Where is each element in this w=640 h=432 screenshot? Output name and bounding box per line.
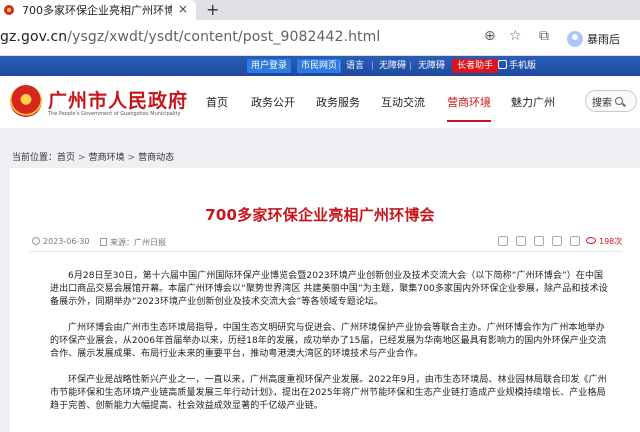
url-host: gz.gov.cn [0, 29, 68, 45]
divider [339, 62, 340, 70]
weibo-share-icon[interactable] [552, 236, 562, 246]
article-date: 2023-06-30 [32, 237, 90, 246]
divider [410, 62, 411, 70]
search-label: 搜索 [592, 97, 612, 109]
article-meta: 2023-06-30 来源：广州日报 198次 [30, 232, 622, 252]
divider [372, 62, 373, 70]
url-field[interactable]: gz.gov.cn/ysgz/xwdt/ysdt/content/post_90… [0, 29, 380, 45]
site-top-strip: 用户登录 市民网页 语言 无障碍 无障碍 长者助手 手机版 [0, 56, 640, 76]
nav-government-affairs[interactable]: 政务公开 [251, 94, 295, 110]
breadcrumb-home[interactable]: 首页 [57, 153, 75, 163]
avatar-icon [567, 31, 583, 47]
article-paragraph-2: 广州环博会由广州市生态环境局指导，中国生态文明研究与促进会、广州环境保护产业协会… [50, 323, 607, 359]
accessibility-label: 无障碍 [379, 61, 407, 71]
mobile-version-label: 手机版 [509, 61, 537, 71]
site-favicon-icon [4, 5, 14, 15]
search-button[interactable]: 搜索 [585, 90, 637, 112]
breadcrumb-business-news[interactable]: 营商动态 [138, 153, 174, 163]
profile-button[interactable]: 暴雨后 [567, 28, 639, 50]
article-source-text: 来源：广州日报 [110, 238, 166, 247]
tab-title: 700多家环保企业亮相广州环博 [22, 4, 172, 17]
login-link[interactable]: 用户登录 [247, 59, 292, 73]
new-tab-icon[interactable]: + [206, 0, 219, 19]
breadcrumb: 当前位置：首页 > 营商环境 > 营商动态 [12, 150, 174, 163]
accessibility-link[interactable]: 无障碍 [379, 59, 406, 73]
clock-icon [32, 237, 40, 245]
site-title[interactable]: 广州市人民政府 [48, 86, 188, 113]
elder-assistant-button[interactable]: 长者助手 [452, 59, 499, 73]
share-icon[interactable] [570, 236, 580, 246]
font-size-icon[interactable] [498, 236, 508, 246]
article-title: 700多家环保企业亮相广州环博会 [205, 206, 435, 224]
article-source: 来源：广州日报 [100, 237, 166, 248]
browser-tab[interactable]: 700多家环保企业亮相广州环博 × [0, 0, 196, 20]
wechat-share-icon[interactable] [534, 236, 544, 246]
view-count-icon [586, 237, 596, 244]
language-link[interactable]: 语言 [346, 59, 364, 73]
breadcrumb-separator: > [127, 153, 136, 163]
bookmark-star-icon[interactable]: ☆ [509, 28, 522, 44]
national-emblem-icon [10, 85, 42, 117]
tab-close-icon[interactable]: × [178, 2, 188, 16]
nav-government-services[interactable]: 政务服务 [316, 94, 360, 110]
breadcrumb-separator: > [78, 153, 86, 163]
view-count: 198次 [599, 237, 623, 246]
elder-assistant-label: 长者助手 [457, 61, 494, 71]
article-date-text: 2023-06-30 [43, 237, 90, 246]
mobile-version-link[interactable]: 手机版 [498, 59, 536, 73]
extensions-icon[interactable]: ⧉ [539, 28, 549, 44]
accessibility-link-2[interactable]: 无障碍 [418, 59, 445, 73]
login-label: 用户登录 [251, 61, 288, 71]
address-bar: gz.gov.cn/ysgz/xwdt/ysdt/content/post_90… [0, 20, 640, 56]
source-icon [100, 238, 107, 246]
print-icon[interactable] [516, 236, 526, 246]
profile-label: 暴雨后 [587, 33, 620, 46]
article-paragraph-3: 环保产业是战略性新兴产业之一，一直以来，广州高度重视环保产业发展。2022年9月… [50, 375, 607, 411]
nav-interaction[interactable]: 互动交流 [381, 94, 425, 110]
breadcrumb-business-environment[interactable]: 营商环境 [89, 153, 125, 163]
citizen-page-label: 市民网页 [301, 61, 338, 71]
url-path: /ysgz/xwdt/ysdt/content/post_9082442.htm… [67, 29, 381, 45]
mobile-icon [498, 60, 507, 69]
breadcrumb-label: 当前位置： [12, 153, 58, 163]
accessibility-label-2: 无障碍 [418, 61, 446, 71]
search-icon [615, 97, 623, 105]
browser-tab-bar: 700多家环保企业亮相广州环博 × + [0, 0, 640, 20]
nav-business-environment[interactable]: 营商环境 [447, 94, 491, 110]
site-header: 广州市人民政府 The People's Government of Guang… [0, 76, 640, 128]
article-paragraph-1: 6月28日至30日，第十六届中国广州国际环保产业博览会暨2023环境产业创新创业… [50, 271, 608, 307]
nav-charm-guangzhou[interactable]: 魅力广州 [511, 94, 555, 110]
zoom-icon[interactable]: ⊕ [484, 28, 496, 44]
nav-home[interactable]: 首页 [206, 94, 228, 110]
active-nav-indicator [447, 120, 491, 122]
citizen-page-link[interactable]: 市民网页 [297, 59, 342, 73]
language-label: 语言 [346, 61, 365, 71]
site-subtitle: The People's Government of Guangzhou Mun… [48, 111, 181, 117]
